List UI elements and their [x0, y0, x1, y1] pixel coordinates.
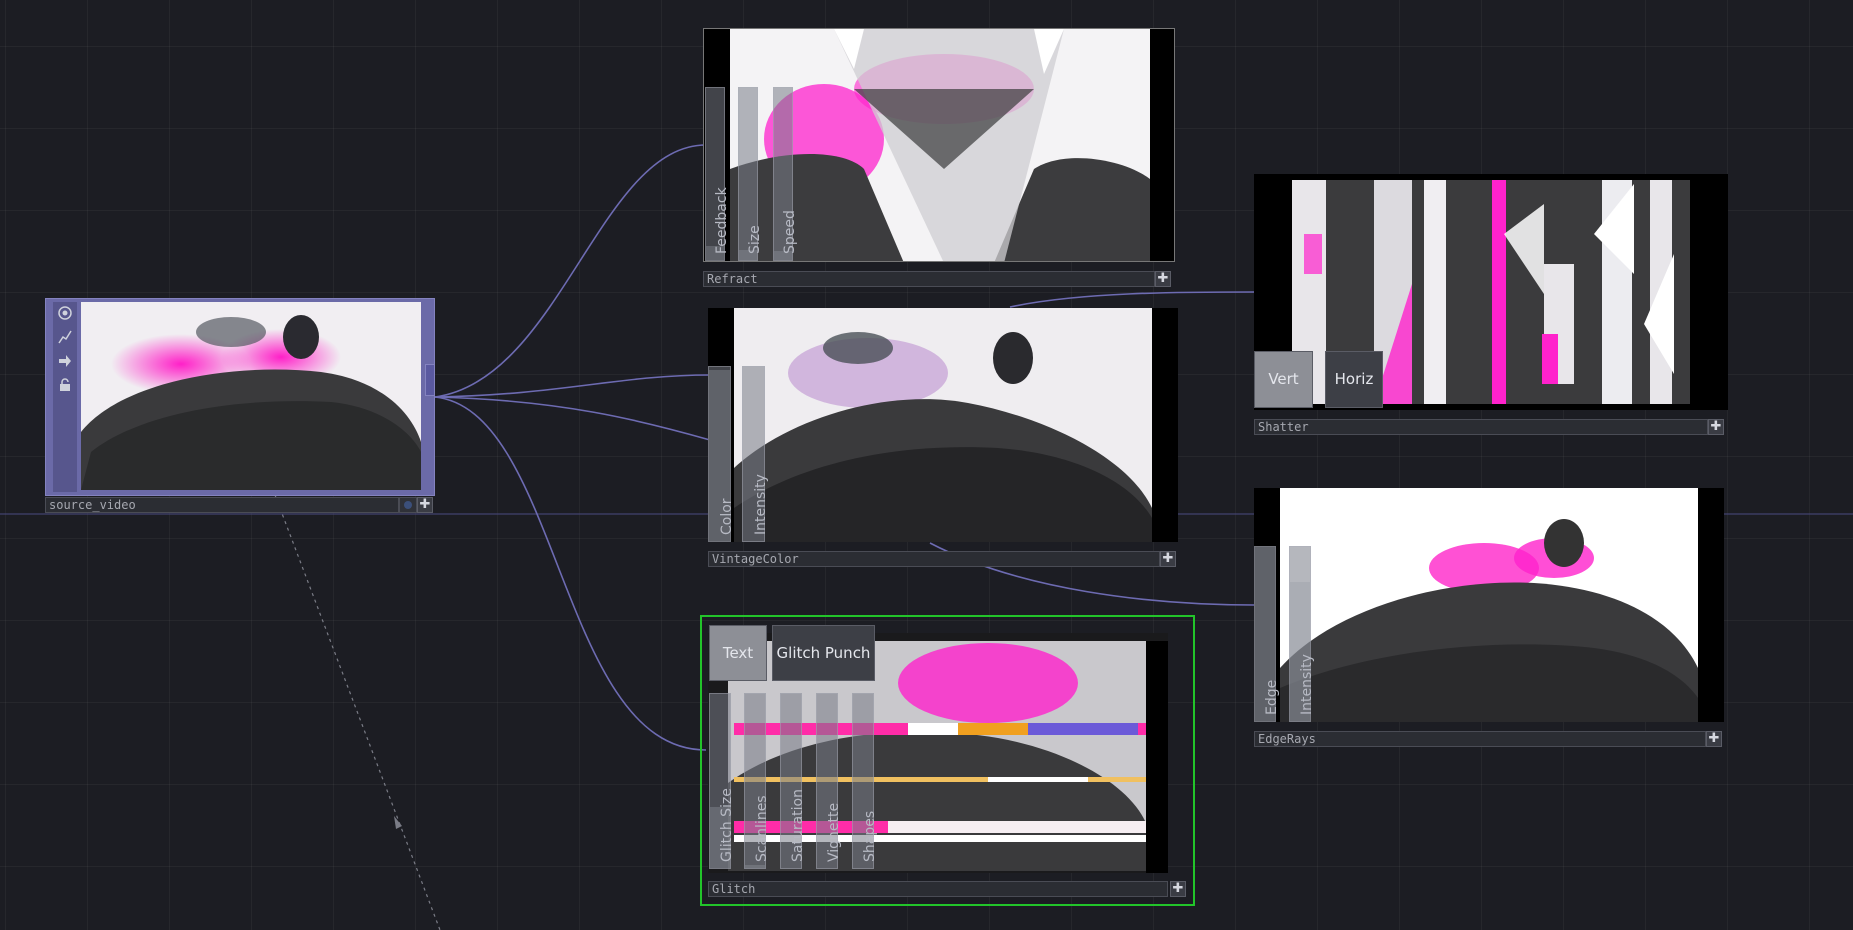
shatter-add-button[interactable]: ✚	[1708, 419, 1724, 435]
arrow-right-icon[interactable]	[56, 354, 74, 372]
refract-slider-speed-label: Speed	[782, 210, 798, 254]
lock-icon[interactable]	[56, 378, 74, 396]
wire-source-vintagecolor[interactable]	[434, 374, 711, 398]
viewer-icon[interactable]	[56, 306, 74, 324]
edgerays-slider-intensity-label: Intensity	[1299, 654, 1315, 715]
glitch-slider-scanlines-fill	[745, 864, 765, 868]
refract-label[interactable]: Refract	[703, 271, 1155, 287]
vintagecolor-label[interactable]: VintageColor	[708, 551, 1160, 567]
node-vintagecolor[interactable]: Color Intensity VintageColor ✚	[708, 308, 1178, 570]
glitch-slider-saturation-label: Saturation	[790, 789, 806, 862]
shatter-horiz-button[interactable]: Horiz	[1325, 351, 1383, 408]
glitch-slider-scanlines-label: Scanlines	[754, 795, 770, 862]
node-glitch[interactable]: Text Glitch Punch Glitch Size Scanlines …	[700, 615, 1195, 906]
glitch-slider-shapes-label: Shapes	[862, 810, 878, 862]
source-video-preview	[81, 302, 421, 490]
edgerays-add-button[interactable]: ✚	[1706, 731, 1722, 747]
graph-icon[interactable]	[56, 330, 74, 348]
glitch-slider-vignette-label: Vignette	[826, 802, 842, 862]
node-source-video[interactable]: source_video ✚	[45, 298, 435, 516]
source-video-label[interactable]: source_video	[45, 497, 399, 513]
glitch-add-button[interactable]: ✚	[1170, 881, 1186, 897]
wire-source-refract[interactable]	[434, 144, 707, 398]
glitch-slider-vignette[interactable]: Vignette	[816, 693, 842, 869]
viewer-dot-icon	[404, 501, 412, 509]
glitch-slider-glitch-size-label: Glitch Size	[719, 788, 735, 862]
wire-source-vintagecolor-2[interactable]	[434, 396, 711, 441]
vintagecolor-slider-intensity[interactable]: Intensity	[742, 366, 769, 542]
glitch-punch-button[interactable]: Glitch Punch	[772, 625, 875, 681]
glitch-slider-saturation[interactable]: Saturation	[780, 693, 806, 869]
shatter-label[interactable]: Shatter	[1254, 419, 1708, 435]
vintagecolor-slider-color[interactable]: Color	[708, 366, 735, 542]
edgerays-slider-edge[interactable]: Edge	[1254, 546, 1280, 722]
wire-source-glitch[interactable]	[434, 396, 707, 751]
edgerays-preview	[1254, 488, 1724, 722]
refract-slider-size-label: Size	[747, 225, 763, 254]
edgerays-label[interactable]: EdgeRays	[1254, 731, 1706, 747]
vintagecolor-preview	[708, 308, 1178, 542]
refract-add-button[interactable]: ✚	[1155, 271, 1171, 287]
vintagecolor-add-button[interactable]: ✚	[1160, 551, 1176, 567]
node-shatter[interactable]: Vert Horiz Shatter ✚	[1254, 174, 1728, 436]
vintagecolor-slider-intensity-label: Intensity	[752, 474, 769, 535]
edgerays-slider-edge-label: Edge	[1264, 679, 1280, 715]
wire-dotted-export	[274, 494, 441, 930]
wire-vintagecolor-shatter[interactable]	[1009, 291, 1255, 308]
source-video-viewer-toggle[interactable]	[399, 497, 417, 513]
vintagecolor-slider-color-label: Color	[718, 498, 735, 535]
refract-slider-speed[interactable]: Speed	[773, 87, 798, 261]
edgerays-slider-intensity[interactable]: Intensity	[1289, 546, 1315, 722]
glitch-text-button[interactable]: Text	[709, 625, 767, 681]
glitch-slider-shapes[interactable]: Shapes	[852, 693, 878, 869]
source-video-add-button[interactable]: ✚	[417, 497, 433, 513]
refract-slider-feedback[interactable]: Feedback	[705, 87, 730, 261]
source-video-output-tab[interactable]	[425, 364, 435, 396]
node-refract[interactable]: Feedback Size Speed Refract ✚	[703, 28, 1175, 290]
glitch-slider-scanlines[interactable]: Scanlines	[744, 693, 770, 869]
refract-slider-size[interactable]: Size	[738, 87, 763, 261]
refract-slider-feedback-label: Feedback	[714, 187, 730, 254]
glitch-slider-glitch-size[interactable]: Glitch Size	[709, 693, 735, 869]
shatter-vert-button[interactable]: Vert	[1254, 351, 1313, 408]
node-edgerays[interactable]: Edge Intensity EdgeRays ✚	[1254, 488, 1724, 750]
glitch-label[interactable]: Glitch	[708, 881, 1168, 897]
